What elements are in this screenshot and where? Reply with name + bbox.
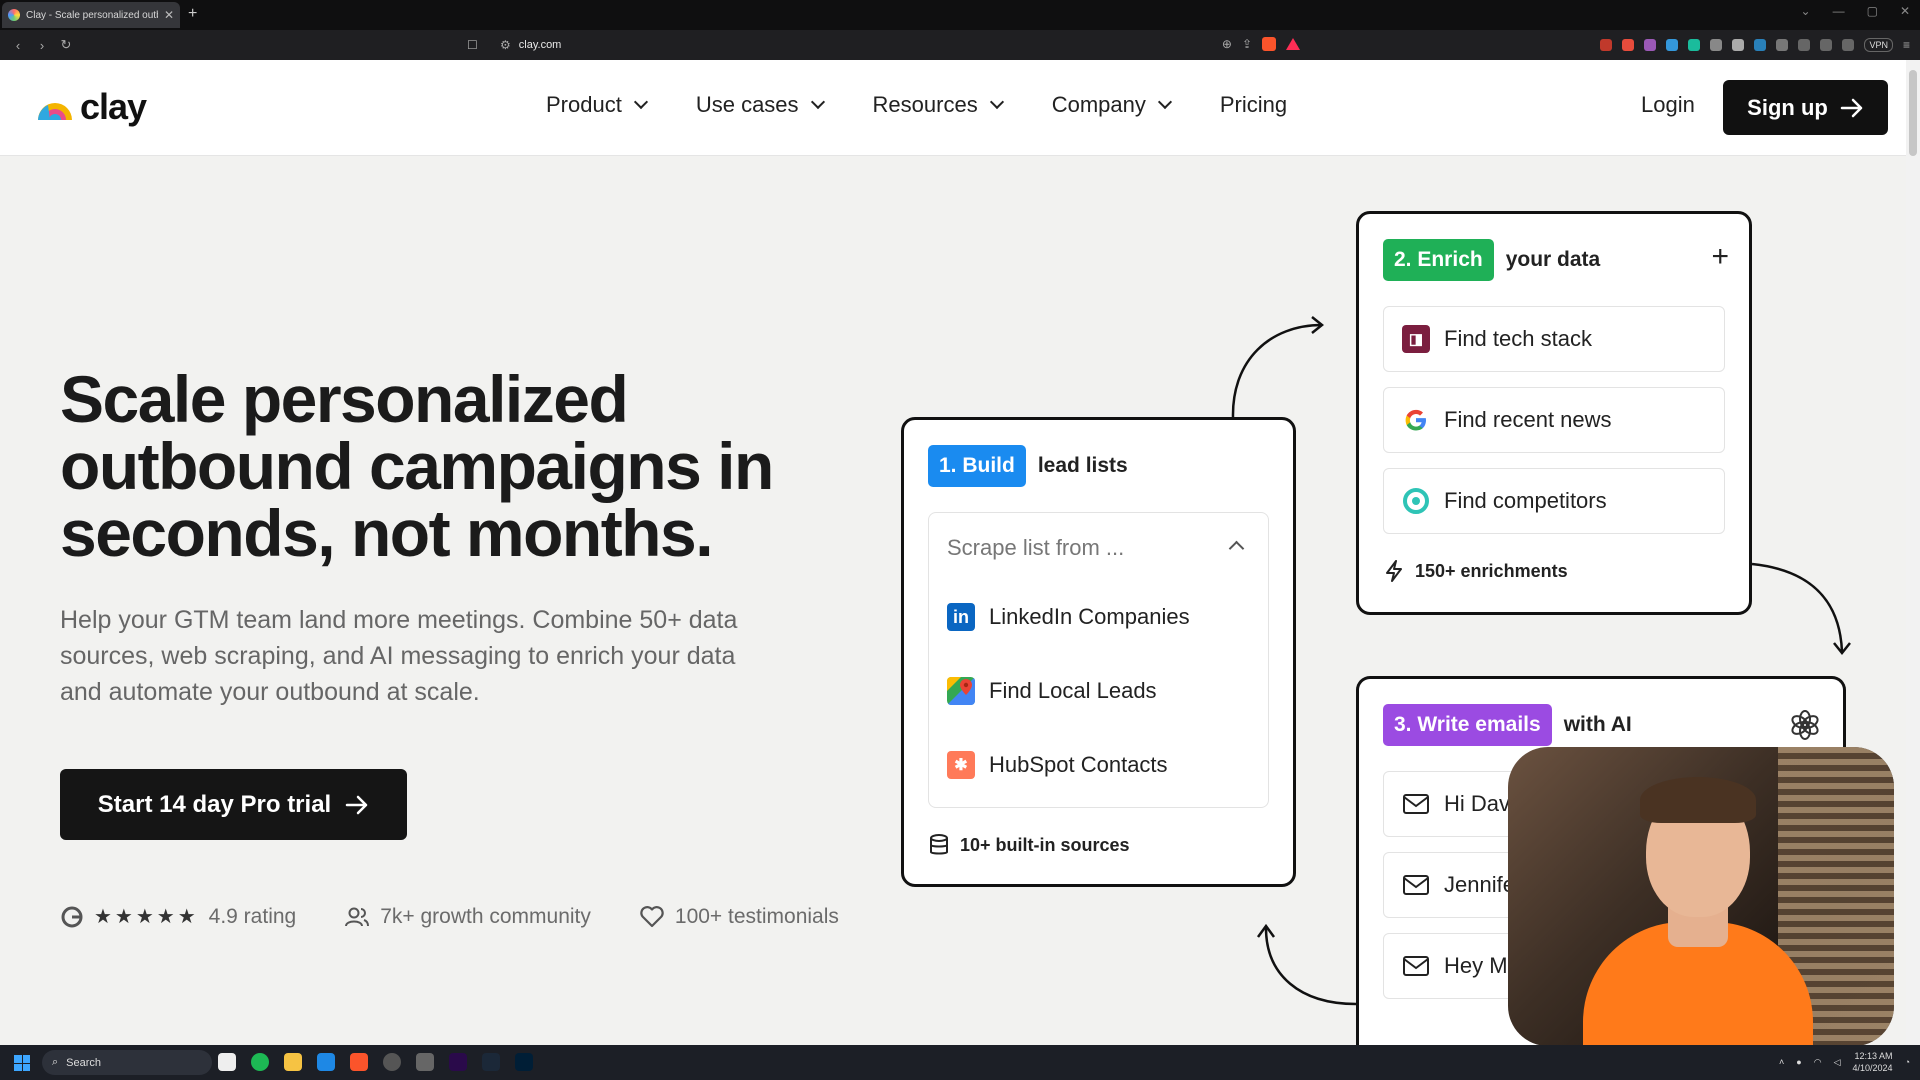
taskbar-search-label: Search: [66, 1056, 102, 1069]
lightning-icon: [1386, 560, 1402, 582]
source-label: LinkedIn Companies: [989, 604, 1190, 629]
source-option-hubspot[interactable]: ✱ HubSpot Contacts: [947, 751, 1168, 779]
footer-label: 150+ enrichments: [1415, 560, 1568, 581]
volume-icon[interactable]: ◁: [1834, 1057, 1841, 1068]
presenter-hair: [1640, 777, 1756, 823]
hubspot-icon: ✱: [947, 751, 975, 779]
heading-rest: your data: [1505, 248, 1601, 271]
source-label: HubSpot Contacts: [989, 752, 1168, 777]
scrape-list-dropdown[interactable]: Scrape list from ... in LinkedIn Compani…: [928, 512, 1269, 808]
database-icon: [930, 834, 948, 855]
heading-rest: lead lists: [1037, 454, 1128, 477]
plus-icon[interactable]: +: [1711, 240, 1729, 274]
brave-icon[interactable]: [350, 1053, 368, 1071]
enrich-pill: 2. Enrich: [1383, 239, 1494, 281]
card-heading: 3. Write emails with AI: [1383, 704, 1632, 746]
clock-date: 4/10/2024: [1852, 1063, 1893, 1073]
mail-icon: [1403, 956, 1429, 976]
chrome-icon[interactable]: [383, 1053, 401, 1071]
photoshop-icon[interactable]: [515, 1053, 533, 1071]
heading-rest: with AI: [1563, 713, 1632, 736]
email-preview: Jennife: [1444, 872, 1515, 897]
chevron-up-icon[interactable]: [1228, 540, 1245, 557]
webcam-overlay: [1508, 747, 1894, 1046]
email-preview: Hi Dav: [1444, 791, 1511, 816]
search-icon: ⌕: [52, 1056, 59, 1068]
windows-start-icon[interactable]: [14, 1055, 30, 1071]
vscode-icon[interactable]: [317, 1053, 335, 1071]
system-tray: ˄ ● ◠ ◁ 12:13 AM 4/10/2024 ◔: [1779, 1050, 1910, 1074]
mic-icon[interactable]: ●: [1796, 1057, 1801, 1067]
enrich-data-card: 2. Enrich your data + ◨ Find tech stack …: [1356, 211, 1752, 615]
builtwith-icon: ◨: [1402, 325, 1430, 353]
source-option-local-leads[interactable]: Find Local Leads: [947, 677, 1157, 705]
notification-bell-icon[interactable]: ◔: [1905, 1057, 1910, 1067]
clock-time: 12:13 AM: [1854, 1051, 1893, 1061]
email-preview: Hey M: [1444, 953, 1508, 978]
taskbar-clock[interactable]: 12:13 AM 4/10/2024: [1853, 1050, 1893, 1074]
enrichment-tech-stack[interactable]: ◨ Find tech stack: [1383, 306, 1725, 372]
google-icon: [1405, 409, 1426, 431]
footer-label: 10+ built-in sources: [960, 834, 1130, 855]
google-maps-icon: [947, 677, 975, 705]
enrichment-label: Find competitors: [1444, 488, 1607, 513]
spotify-icon[interactable]: [251, 1053, 269, 1071]
openai-icon: [1791, 710, 1819, 740]
enrichment-recent-news[interactable]: Find recent news: [1383, 387, 1725, 453]
write-emails-pill: 3. Write emails: [1383, 704, 1552, 746]
linkedin-icon: in: [947, 603, 975, 631]
file-explorer-icon[interactable]: [284, 1053, 302, 1071]
scroll-thumb[interactable]: [1909, 70, 1917, 156]
source-label: Find Local Leads: [989, 678, 1157, 703]
build-lead-lists-card: 1. Build lead lists Scrape list from ...…: [901, 417, 1296, 887]
dropdown-placeholder: Scrape list from ...: [947, 535, 1125, 560]
mail-icon: [1403, 875, 1429, 895]
enrichment-competitors[interactable]: Find competitors: [1383, 468, 1725, 534]
taskbar-apps: [218, 1053, 533, 1071]
card-heading: 2. Enrich your data: [1383, 239, 1600, 281]
card-heading: 1. Build lead lists: [928, 445, 1128, 487]
enrichment-label: Find recent news: [1444, 407, 1612, 432]
notion-icon[interactable]: [218, 1053, 236, 1071]
chevron-up-icon[interactable]: ˄: [1779, 1057, 1784, 1067]
card-footer: 10+ built-in sources: [928, 833, 1130, 857]
arrow-write-to-build: [1264, 927, 1357, 1006]
windows-taskbar: ⌕ Search ˄ ● ◠ ◁ 12:13 AM 4/10/2024 ◔: [0, 1045, 1920, 1080]
app-icon[interactable]: [416, 1053, 434, 1071]
enrichment-label: Find tech stack: [1444, 326, 1592, 351]
source-option-linkedin[interactable]: in LinkedIn Companies: [947, 603, 1190, 631]
ocean-icon: [1403, 488, 1429, 514]
arrow-enrich-to-write: [1751, 562, 1844, 653]
wifi-icon[interactable]: ◠: [1814, 1057, 1822, 1068]
card-footer: 150+ enrichments: [1383, 559, 1568, 583]
taskbar-search[interactable]: ⌕ Search: [42, 1050, 212, 1075]
page-scrollbar[interactable]: [1906, 60, 1920, 1045]
arrow-build-to-enrich: [1231, 323, 1323, 418]
premiere-icon[interactable]: [449, 1053, 467, 1071]
mail-icon: [1403, 794, 1429, 814]
build-pill: 1. Build: [928, 445, 1026, 487]
steam-icon[interactable]: [482, 1053, 500, 1071]
